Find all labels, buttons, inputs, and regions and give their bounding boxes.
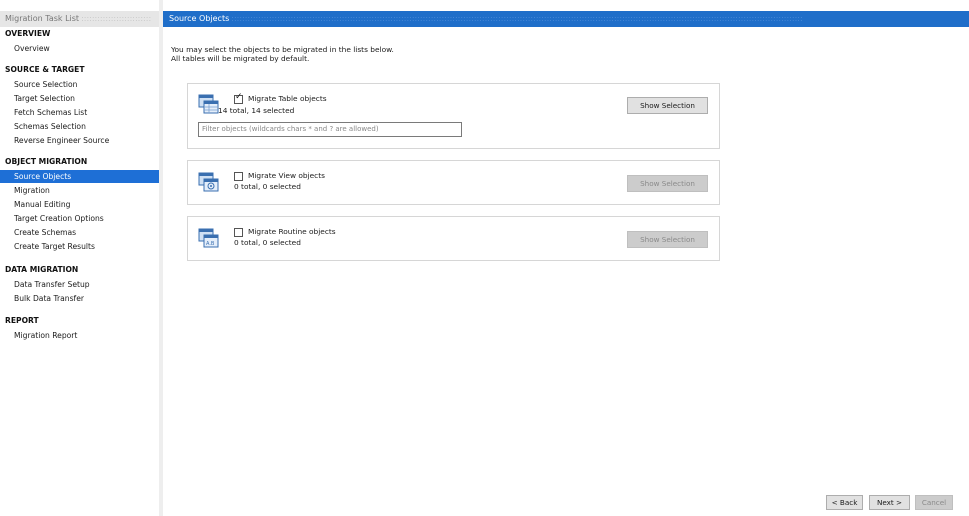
back-button[interactable]: < Back (826, 495, 863, 510)
routine-objects-icon: A.B (198, 228, 219, 248)
next-button[interactable]: Next > (869, 495, 910, 510)
nav-item-target-creation-options[interactable]: Target Creation Options (0, 212, 159, 225)
page-title: Source Objects (169, 14, 230, 23)
sidebar-splitter[interactable] (159, 0, 163, 516)
nav-item-create-target-results[interactable]: Create Target Results (0, 240, 159, 253)
view-objects-panel: Migrate View objects 0 total, 0 selected… (187, 160, 720, 205)
nav-item-migration-report[interactable]: Migration Report (0, 329, 159, 342)
sidebar-header: Migration Task List:::::::::::::::::::::… (0, 11, 159, 27)
nav-item-data-transfer-setup[interactable]: Data Transfer Setup (0, 278, 159, 291)
show-selection-tables-button[interactable]: Show Selection (627, 97, 708, 114)
nav-item-source-objects[interactable]: Source Objects (0, 170, 159, 183)
page-header: Source Objects::::::::::::::::::::::::::… (163, 11, 969, 27)
nav-item-overview[interactable]: Overview (0, 42, 159, 55)
migrate-table-checkbox[interactable]: ✓ (234, 92, 243, 104)
nav-item-migration[interactable]: Migration (0, 184, 159, 197)
migrate-view-checkbox[interactable] (234, 172, 243, 181)
intro-line-2: All tables will be migrated by default. (171, 54, 310, 63)
show-selection-routines-button[interactable]: Show Selection (627, 231, 708, 248)
view-count: 0 total, 0 selected (234, 182, 301, 191)
table-objects-panel: ✓ Migrate Table objects 14 total, 14 sel… (187, 83, 720, 149)
migrate-table-label: Migrate Table objects (248, 94, 327, 103)
section-object-migration: OBJECT MIGRATION (5, 157, 88, 166)
migrate-view-label: Migrate View objects (248, 171, 325, 180)
section-report: REPORT (5, 316, 39, 325)
view-objects-icon (198, 172, 219, 192)
routine-objects-panel: A.B Migrate Routine objects 0 total, 0 s… (187, 216, 720, 261)
svg-text:A.B: A.B (206, 241, 215, 247)
migration-task-sidebar: Migration Task List:::::::::::::::::::::… (0, 0, 159, 516)
nav-item-schemas-selection[interactable]: Schemas Selection (0, 120, 159, 133)
routine-count: 0 total, 0 selected (234, 238, 301, 247)
nav-item-fetch-schemas-list[interactable]: Fetch Schemas List (0, 106, 159, 119)
nav-item-bulk-data-transfer[interactable]: Bulk Data Transfer (0, 292, 159, 305)
filter-objects-input[interactable]: Filter objects (wildcards chars * and ? … (198, 122, 462, 137)
migrate-routine-checkbox[interactable] (234, 228, 243, 237)
sidebar-header-label: Migration Task List (5, 14, 80, 23)
section-data-migration: DATA MIGRATION (5, 265, 79, 274)
nav-item-manual-editing[interactable]: Manual Editing (0, 198, 159, 211)
checkmark-icon: ✓ (235, 92, 243, 102)
table-objects-icon (198, 94, 219, 114)
section-overview: OVERVIEW (5, 29, 51, 38)
show-selection-views-button[interactable]: Show Selection (627, 175, 708, 192)
section-source-target: SOURCE & TARGET (5, 65, 85, 74)
intro-text: You may select the objects to be migrate… (171, 45, 394, 63)
table-count: 14 total, 14 selected (218, 106, 295, 115)
nav-item-target-selection[interactable]: Target Selection (0, 92, 159, 105)
nav-item-create-schemas[interactable]: Create Schemas (0, 226, 159, 239)
nav-item-reverse-engineer-source[interactable]: Reverse Engineer Source (0, 134, 159, 147)
intro-line-1: You may select the objects to be migrate… (171, 45, 394, 54)
migrate-routine-label: Migrate Routine objects (248, 227, 336, 236)
cancel-button[interactable]: Cancel (915, 495, 953, 510)
nav-item-source-selection[interactable]: Source Selection (0, 78, 159, 91)
